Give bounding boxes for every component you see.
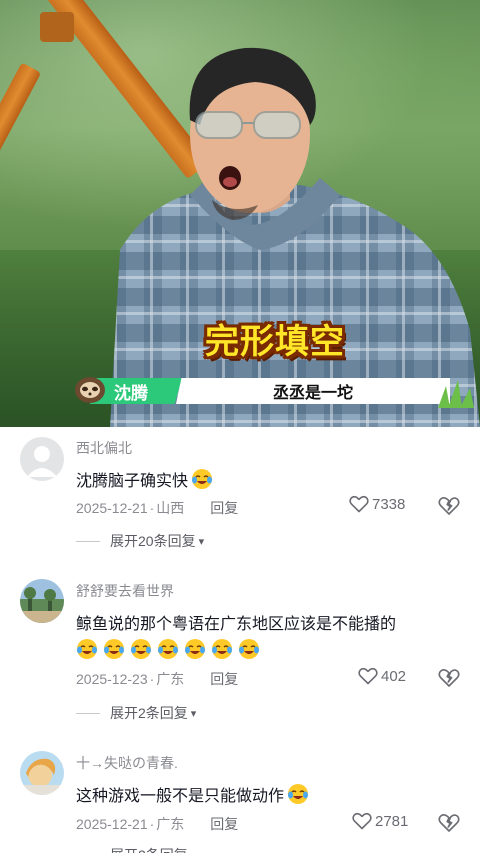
avatar[interactable]: [20, 751, 64, 795]
broken-heart-icon[interactable]: [438, 496, 460, 516]
comment-date: 2025-12-21: [76, 500, 148, 516]
comment-text: 这种游戏一般不是只能做动作: [76, 788, 285, 805]
comment-location: 广东: [156, 816, 185, 832]
emoji-row: [76, 638, 265, 660]
heart-icon: [349, 495, 369, 513]
like-count: 402: [381, 667, 407, 685]
landscape-avatar-icon: [20, 579, 64, 623]
reply-button[interactable]: 回复: [210, 498, 238, 518]
default-avatar-icon: [27, 446, 57, 477]
chevron-down-icon: ▾: [198, 535, 205, 548]
laughing-crying-emoji-icon: [131, 639, 151, 659]
comment-date: 2025-12-21: [76, 816, 148, 832]
meta-dot: ·: [149, 500, 155, 516]
expand-replies-label: 展开2条回复: [110, 845, 188, 853]
expand-replies-label: 展开20条回复: [110, 533, 196, 549]
laughing-crying-emoji-icon: [212, 639, 232, 659]
comment-meta: 2025-12-21 · 山西 回复: [76, 498, 238, 518]
meta-dot: ·: [149, 816, 155, 832]
chevron-down-icon: ▾: [191, 849, 197, 853]
comment-username[interactable]: 舒舒要去看世界: [76, 581, 174, 601]
comment-text-line: 沈腾脑子确实快: [76, 467, 218, 491]
expand-replies-button[interactable]: 展开2条回复 ▾: [76, 703, 196, 723]
expand-divider: [76, 540, 100, 542]
comment-date: 2025-12-23: [76, 671, 148, 687]
laughing-crying-emoji-icon: [192, 469, 213, 489]
reply-button[interactable]: 回复: [210, 669, 238, 689]
comment-location: 广东: [156, 671, 185, 687]
laughing-crying-emoji-icon: [158, 639, 178, 659]
sloth-icon: [75, 377, 105, 403]
expand-replies-button[interactable]: 展开20条回复 ▾: [76, 531, 204, 551]
speaker-quote: 丞丞是一坨: [176, 378, 450, 404]
anime-avatar-icon: [20, 751, 64, 795]
like-button[interactable]: 402: [358, 667, 406, 685]
comment-meta: 2025-12-23 · 广东 回复: [76, 669, 238, 689]
avatar[interactable]: [20, 437, 64, 481]
laughing-crying-emoji-icon: [77, 639, 97, 659]
comment-username[interactable]: 西北偏北: [76, 438, 132, 458]
comment-meta: 2025-12-21 · 广东 回复: [76, 814, 238, 834]
comment-text: 沈腾脑子确实快: [76, 473, 189, 490]
comment-list: 西北偏北 沈腾脑子确实快 2025-12-21 · 山西 回复 7338 展开2…: [0, 427, 480, 853]
comment-text: 鲸鱼说的那个粤语在广东地区应该是不能播的: [76, 616, 397, 633]
video-caption-title: 完形填空: [205, 321, 345, 362]
like-count: 2781: [375, 812, 409, 830]
video-frame[interactable]: 完形填空 沈腾 丞丞是一坨: [0, 0, 480, 427]
heart-icon: [358, 667, 378, 685]
like-button[interactable]: 7338: [349, 495, 405, 513]
like-button[interactable]: 2781: [352, 812, 408, 830]
chevron-down-icon: ▾: [190, 707, 197, 720]
speaker-bar: 沈腾 丞丞是一坨: [90, 378, 450, 404]
like-count: 7338: [372, 495, 406, 513]
meta-dot: ·: [149, 671, 155, 687]
laughing-crying-emoji-icon: [288, 784, 309, 804]
heart-icon: [352, 812, 372, 830]
avatar[interactable]: [20, 579, 64, 623]
laughing-crying-emoji-icon: [104, 639, 124, 659]
grass-icon: [438, 380, 474, 408]
reply-button[interactable]: 回复: [210, 814, 238, 834]
expand-replies-label: 展开2条回复: [110, 705, 188, 721]
comment-text-line: 这种游戏一般不是只能做动作: [76, 782, 314, 806]
expand-replies-button[interactable]: 展开2条回复 ▾: [76, 845, 196, 853]
comment-username[interactable]: 十→失哒の青春.: [76, 753, 178, 773]
expand-divider: [76, 712, 100, 714]
laughing-crying-emoji-icon: [185, 639, 205, 659]
comment-location: 山西: [156, 500, 185, 516]
broken-heart-icon[interactable]: [438, 668, 460, 688]
laughing-crying-emoji-icon: [239, 639, 259, 659]
broken-heart-icon[interactable]: [438, 813, 460, 833]
